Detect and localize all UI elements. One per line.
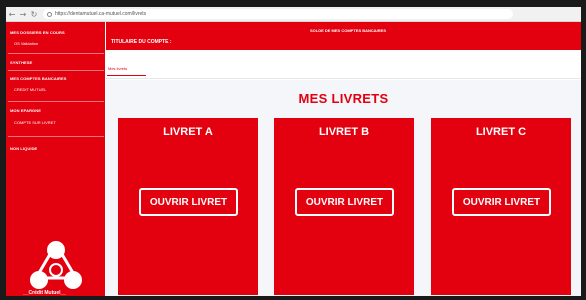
sidebar-divider: [8, 53, 104, 54]
active-tab-indicator: [107, 75, 146, 76]
sidebar-subitem-credit-mutuel[interactable]: CREDIT MUTUEL: [14, 87, 46, 92]
account-header: SOLDE DE MES COMPTES BANCAIRES TITULAIRE…: [106, 22, 581, 50]
livret-card: LIVRET C OUVRIR LIVRET: [431, 118, 571, 295]
tab-mes-livrets[interactable]: Mes livrets: [108, 66, 127, 71]
lock-icon: [47, 11, 52, 17]
sidebar-item-non-liquide[interactable]: NON LIQUIDE: [10, 146, 37, 151]
forward-icon[interactable]: →: [18, 9, 28, 20]
browser-toolbar: ← → ↻ https://dentamutuel.ca-mutuel.com/…: [6, 7, 581, 22]
livret-card: LIVRET B OUVRIR LIVRET: [274, 118, 414, 295]
sidebar-subitem-validation[interactable]: OS Validation: [14, 41, 38, 46]
sidebar-item-synthese[interactable]: SYNTHESE: [10, 60, 32, 65]
card-title: LIVRET C: [475, 126, 527, 138]
main-content: MES LIVRETS LIVRET A OUVRIR LIVRET LIVRE…: [106, 80, 581, 296]
sidebar-item-dossiers[interactable]: MES DOSSIERS EN COURS: [10, 30, 65, 35]
sidebar-item-comptes-bancaires[interactable]: MES COMPTES BANCAIRES: [10, 76, 67, 81]
sidebar-divider: [8, 70, 104, 71]
reload-icon[interactable]: ↻: [29, 9, 39, 20]
page-title: MES LIVRETS: [298, 91, 389, 106]
sidebar-item-epargne[interactable]: MON EPARGNE: [10, 108, 41, 113]
balance-label: SOLDE DE MES COMPTES BANCAIRES: [310, 28, 387, 33]
card-title: LIVRET A: [163, 126, 213, 138]
sidebar: MES DOSSIERS EN COURS OS Validation SYNT…: [6, 22, 105, 296]
open-livret-button[interactable]: OUVRIR LIVRET: [452, 188, 551, 216]
open-livret-button[interactable]: OUVRIR LIVRET: [139, 188, 238, 216]
credit-mutuel-logo: [30, 241, 82, 289]
logo-text: __Crédit Mutuel__: [23, 290, 67, 296]
sidebar-divider: [8, 136, 104, 137]
tab-bar: Mes livrets: [106, 50, 581, 79]
livret-card: LIVRET A OUVRIR LIVRET: [118, 118, 258, 295]
app-window: ← → ↻ https://dentamutuel.ca-mutuel.com/…: [6, 7, 581, 296]
open-livret-button[interactable]: OUVRIR LIVRET: [295, 188, 394, 216]
back-icon[interactable]: ←: [7, 9, 17, 20]
card-title: LIVRET B: [318, 126, 370, 138]
url-text: https://dentamutuel.ca-mutuel.com/livret…: [55, 11, 147, 17]
sidebar-divider: [8, 101, 104, 102]
account-holder-label: TITULAIRE DU COMPTE :: [111, 39, 172, 45]
address-bar[interactable]: https://dentamutuel.ca-mutuel.com/livret…: [43, 9, 513, 19]
sidebar-subitem-compte-sur-livret[interactable]: COMPTE SUR LIVRET: [14, 120, 56, 125]
